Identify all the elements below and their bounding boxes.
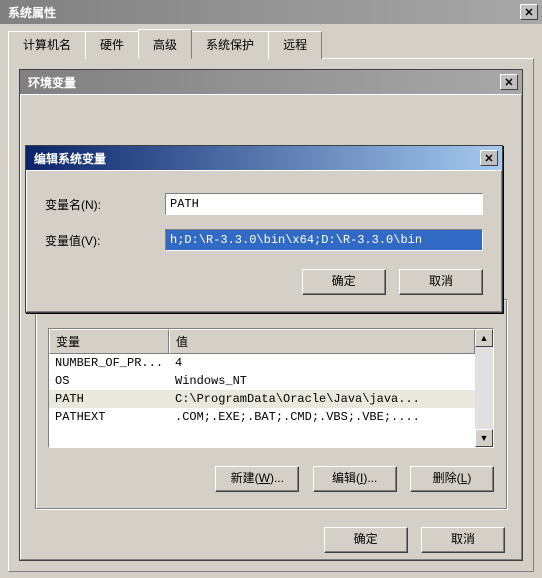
table-row[interactable]: PATHC:\ProgramData\Oracle\Java\java... xyxy=(49,390,475,408)
var-value-label: 变量值(V): xyxy=(45,232,165,249)
var-name-input[interactable] xyxy=(165,193,483,215)
col-variable[interactable]: 变量 xyxy=(49,329,169,354)
tab-remote[interactable]: 远程 xyxy=(268,31,322,59)
edit-dialog-body: 变量名(N): 变量值(V): 确定 取消 xyxy=(26,170,502,312)
sysvars-scrollbar[interactable]: ▲ ▼ xyxy=(475,329,493,447)
tab-system-protection[interactable]: 系统保护 xyxy=(191,31,269,59)
scroll-up-button[interactable]: ▲ xyxy=(475,329,493,347)
edit-ok-button[interactable]: 确定 xyxy=(302,269,386,295)
edit-cancel-button[interactable]: 取消 xyxy=(399,269,483,295)
env-titlebar: 环境变量 ✕ xyxy=(20,70,522,94)
table-row[interactable]: PATHEXT.COM;.EXE;.BAT;.CMD;.VBS;.VBE;...… xyxy=(49,408,475,426)
edit-dialog-titlebar: 编辑系统变量 ✕ xyxy=(26,146,502,170)
sysprops-close-button[interactable]: ✕ xyxy=(520,4,538,20)
tab-panel-advanced: 环境变量 ✕ 编辑系统变量 ✕ 变量名(N): xyxy=(8,58,534,572)
sysprops-titlebar: 系统属性 ✕ xyxy=(0,0,542,24)
sysvars-delete-button[interactable]: 删除(L) xyxy=(410,466,494,492)
sysvars-listview[interactable]: 变量 值 NUMBER_OF_PR...4 OSWindows_NT PATHC… xyxy=(48,328,494,448)
tab-computer-name[interactable]: 计算机名 xyxy=(8,31,86,59)
var-name-label: 变量名(N): xyxy=(45,196,165,213)
env-ok-button[interactable]: 确定 xyxy=(324,527,408,553)
tab-hardware[interactable]: 硬件 xyxy=(85,31,139,59)
env-vars-window: 环境变量 ✕ 编辑系统变量 ✕ 变量名(N): xyxy=(19,69,523,561)
env-close-button[interactable]: ✕ xyxy=(500,74,518,90)
edit-sysvar-dialog: 编辑系统变量 ✕ 变量名(N): 变量值(V): 确定 xyxy=(25,145,503,313)
col-value[interactable]: 值 xyxy=(169,329,475,354)
env-title: 环境变量 xyxy=(24,74,500,91)
edit-dialog-close-button[interactable]: ✕ xyxy=(480,150,498,166)
sysvars-fieldset: 系统变量(S) 变量 值 NUMBER_OF_PR...4 OSWindows_… xyxy=(35,299,507,509)
env-cancel-button[interactable]: 取消 xyxy=(421,527,505,553)
sysvars-header: 变量 值 xyxy=(49,329,475,354)
tabs: 计算机名 硬件 高级 系统保护 远程 xyxy=(8,31,534,59)
sysprops-body: 计算机名 硬件 高级 系统保护 远程 环境变量 ✕ 编辑系统变量 ✕ xyxy=(0,24,542,578)
scroll-track[interactable] xyxy=(475,347,493,429)
sysvars-new-button[interactable]: 新建(W)... xyxy=(215,466,299,492)
var-value-input[interactable] xyxy=(165,229,483,251)
edit-dialog-title: 编辑系统变量 xyxy=(30,150,480,167)
sysvars-edit-button[interactable]: 编辑(I)... xyxy=(313,466,397,492)
table-row[interactable]: OSWindows_NT xyxy=(49,372,475,390)
scroll-down-button[interactable]: ▼ xyxy=(475,429,493,447)
tab-advanced[interactable]: 高级 xyxy=(138,29,192,59)
table-row[interactable]: NUMBER_OF_PR...4 xyxy=(49,354,475,372)
sysprops-title: 系统属性 xyxy=(4,4,520,21)
